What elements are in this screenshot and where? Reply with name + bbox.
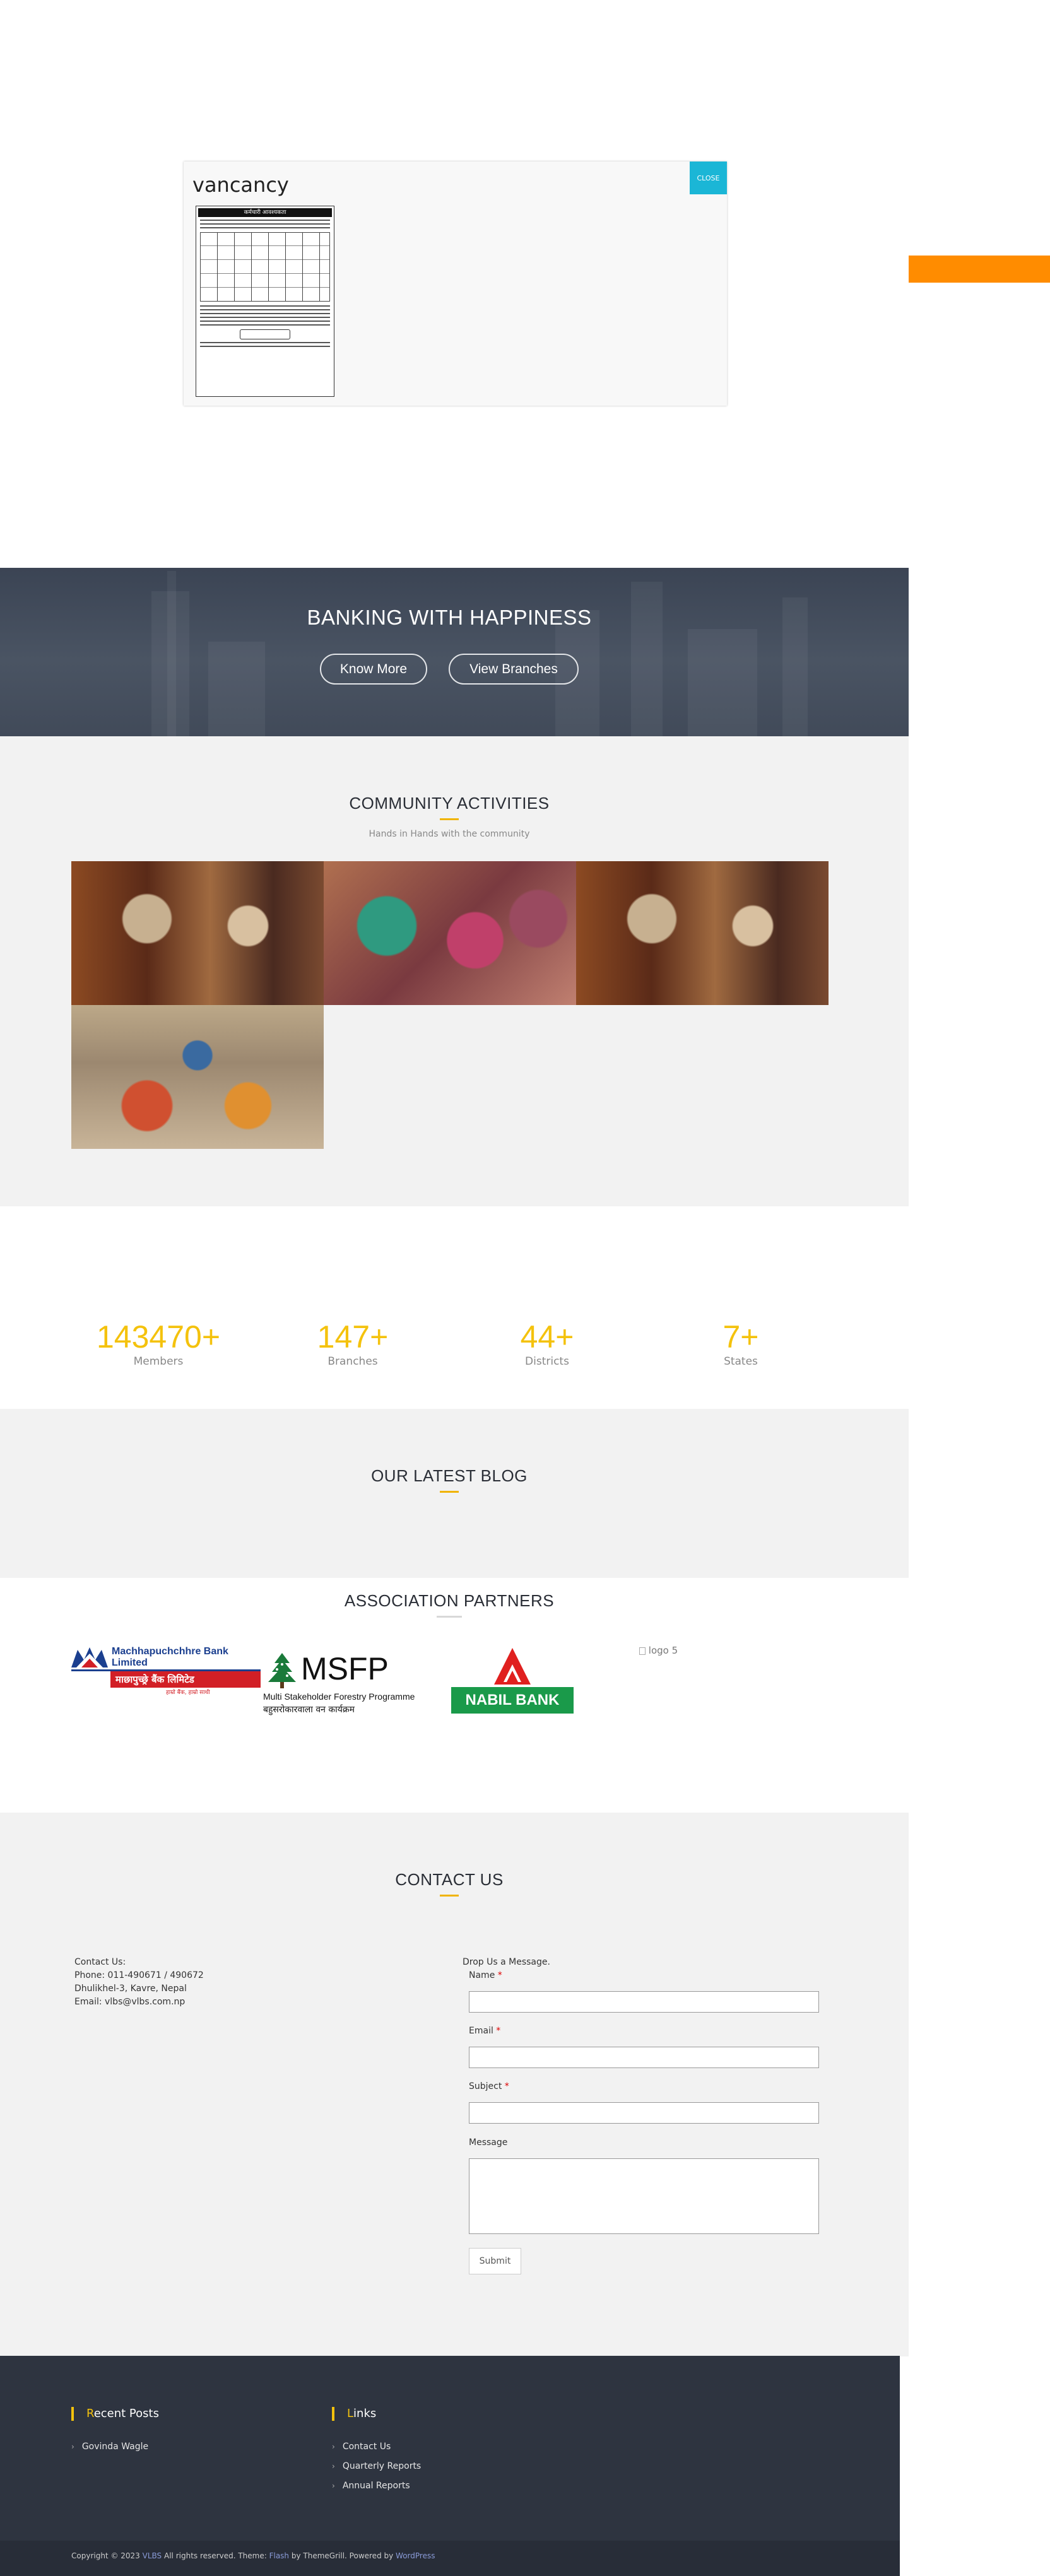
msfp-fullname-en: Multi Stakeholder Forestry Programme [263,1691,415,1702]
subject-label: Subject * [469,2081,509,2091]
notice-text-line [200,317,330,318]
contact-address: Dhulikhel-3, Kavre, Nepal [74,1984,187,1994]
contact-email: Email: vlbs@vlbs.com.np [74,1997,186,2007]
stat-members: 143470+ Members [70,1319,247,1368]
notice-text-line [200,321,330,322]
notice-text-line [200,223,330,225]
blog-section [0,1409,909,1578]
notice-text-line [200,346,330,347]
notice-text-line [200,309,330,310]
notice-stamp [240,329,290,339]
name-label: Name * [469,1970,502,1980]
contact-info-heading: Contact Us: [74,1957,126,1967]
community-photo[interactable] [71,861,324,1005]
vacancy-popup: vancancy CLOSE कर्मचारी आवश्यकता [184,162,727,406]
title-underline [440,1491,459,1493]
recent-post-link[interactable]: › Govinda Wagle [71,2442,148,2452]
message-textarea[interactable] [469,2158,819,2234]
partner-logo-5[interactable]: logo 5 [639,1645,678,1656]
title-underline [440,1895,459,1897]
name-input[interactable] [469,1991,819,2013]
stat-branches: 147+ Branches [264,1319,441,1368]
notice-text-line [200,313,330,314]
view-branches-button[interactable]: View Branches [449,654,579,685]
notice-text-line [200,227,330,228]
hero-title: BANKING WITH HAPPINESS [307,606,592,629]
footer-link-annual[interactable]: › Annual Reports [332,2481,410,2491]
machhapuchchhre-name-en: Machhapuchchhre Bank Limited [112,1646,228,1668]
notice-table [200,232,330,302]
stat-value: 143470+ [96,1319,221,1355]
notice-text-line [200,220,330,221]
contact-info: Contact Us: Phone: 011-490671 / 490672 D… [74,1956,204,2009]
nabil-name: NABIL BANK [451,1687,574,1714]
chevron-right-icon: › [332,2442,335,2451]
community-title: COMMUNITY ACTIVITIES [349,794,550,813]
title-underline [437,1616,462,1618]
recent-posts-heading: Recent Posts [71,2407,159,2421]
submit-button[interactable]: Submit [469,2248,521,2274]
vacancy-notice-image[interactable]: कर्मचारी आवश्यकता [196,206,334,397]
footer-link-contact[interactable]: › Contact Us [332,2442,391,2452]
stat-districts: 44+ Districts [459,1319,635,1368]
copyright-text: Copyright © 2023 VLBS All rights reserve… [71,2551,435,2560]
machhapuchchhre-tagline: हाम्रो बैंक, हाम्रो साथी [166,1690,210,1696]
stat-value: 7+ [723,1319,759,1355]
title-underline [440,818,459,820]
msfp-tree-icon [268,1653,296,1688]
message-label: Message [469,2138,508,2148]
stat-label: Branches [327,1355,378,1368]
popup-close-button[interactable]: CLOSE [690,162,727,194]
machhapuchchhre-name-np: माछापुच्छ्रे बैंक लिमिटेड [110,1671,261,1688]
theme-link[interactable]: Flash [269,2551,289,2560]
chevron-right-icon: › [332,2462,335,2471]
notice-text-line [200,305,330,307]
broken-image-icon [639,1647,646,1655]
blog-title: OUR LATEST BLOG [371,1466,528,1485]
side-tab[interactable] [909,256,1050,283]
chevron-right-icon: › [332,2481,335,2490]
community-subtitle: Hands in Hands with the community [369,829,530,839]
site-link[interactable]: VLBS [143,2551,162,2560]
hero-banner: BANKING WITH HAPPINESS Know More View Br… [0,568,909,736]
footer-link-quarterly[interactable]: › Quarterly Reports [332,2461,421,2471]
contact-title: CONTACT US [395,1870,504,1889]
subject-input[interactable] [469,2102,819,2124]
community-photo[interactable] [576,861,829,1005]
wordpress-link[interactable]: WordPress [396,2551,435,2560]
stat-value: 44+ [520,1319,574,1355]
links-heading: Links [332,2407,376,2421]
know-more-button[interactable]: Know More [320,654,427,685]
partner-logo-nabil[interactable]: NABIL BANK [451,1647,574,1714]
partner-logo-msfp[interactable]: MSFP Multi Stakeholder Forestry Programm… [263,1647,415,1719]
partner-logo-machhapuchchhre[interactable]: Machhapuchchhre Bank Limited माछापुच्छ्र… [71,1644,261,1696]
stat-value: 147+ [317,1319,389,1355]
logo-5-alt-text: logo 5 [648,1645,678,1656]
stat-states: 7+ States [652,1319,829,1368]
stat-label: Districts [525,1355,569,1368]
msfp-name: MSFP [301,1651,389,1686]
email-label: Email * [469,2026,501,2036]
popup-title: vancancy [192,173,289,197]
chevron-right-icon: › [71,2442,74,2451]
notice-text-line [200,342,330,343]
machhapuchchhre-mountain-icon [71,1647,108,1667]
form-heading: Drop Us a Message. [463,1957,550,1967]
nabil-triangle-icon [494,1648,531,1685]
email-input[interactable] [469,2047,819,2068]
msfp-fullname-np: बहुसरोकारवाला वन कार्यक्रम [263,1705,355,1715]
notice-heading: कर्मचारी आवश्यकता [198,208,332,217]
community-photo[interactable] [71,1005,324,1149]
partners-title: ASSOCIATION PARTNERS [344,1591,555,1610]
contact-phone: Phone: 011-490671 / 490672 [74,1970,204,1980]
stat-label: Members [133,1355,184,1368]
stat-label: States [724,1355,758,1368]
notice-text-line [200,324,330,326]
community-photo[interactable] [324,861,576,1005]
